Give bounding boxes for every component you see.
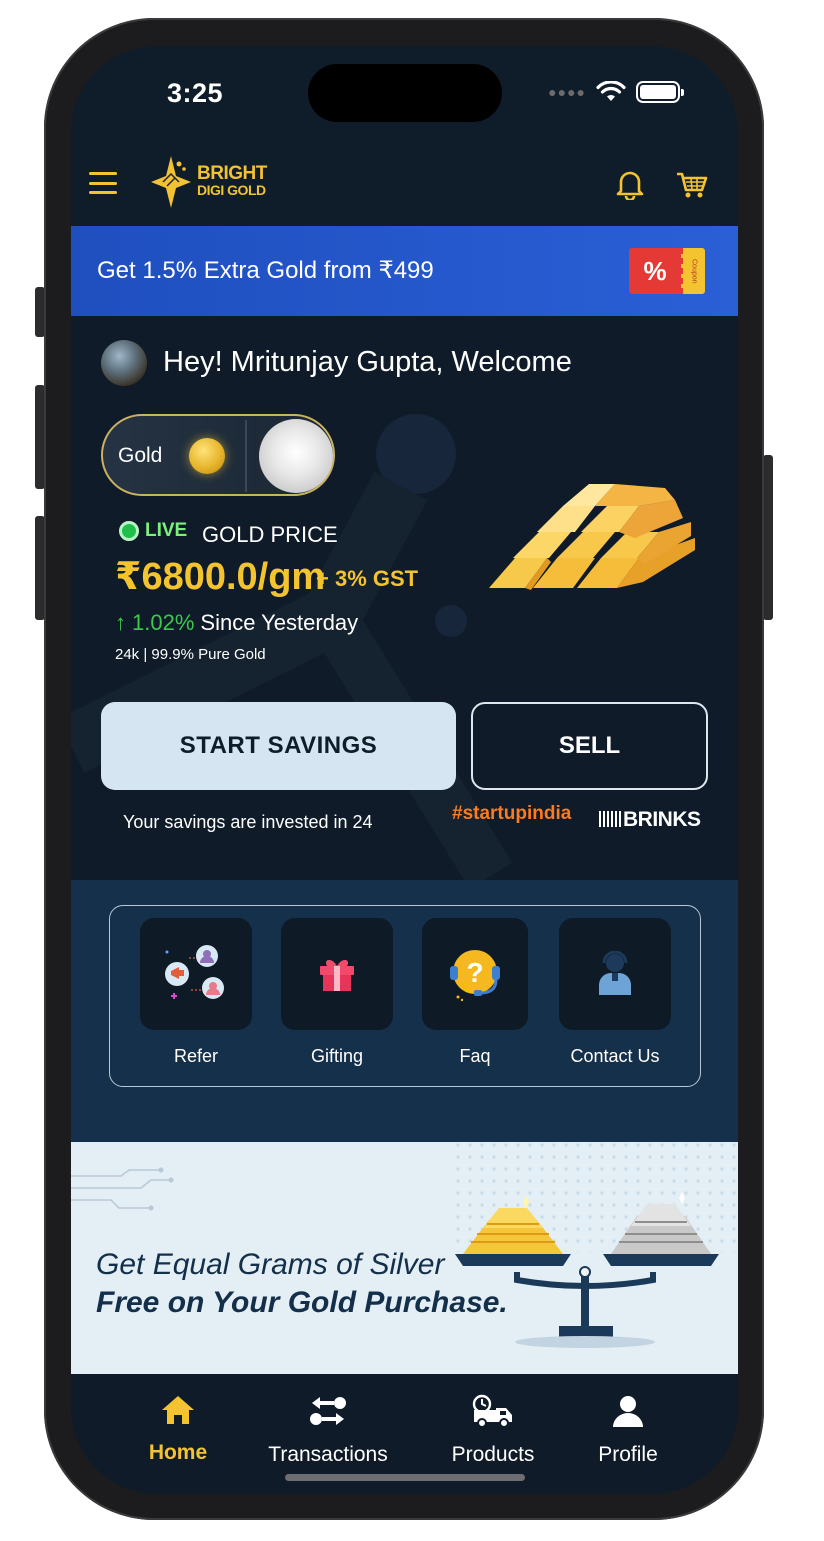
avatar[interactable] bbox=[101, 340, 147, 386]
gold-price-label: GOLD PRICE bbox=[202, 522, 338, 547]
coupon-icon: % Coupon bbox=[629, 248, 707, 294]
cart-icon[interactable] bbox=[675, 168, 709, 200]
home-indicator[interactable] bbox=[285, 1474, 525, 1481]
logo-line1: BRIGHT bbox=[197, 163, 267, 184]
power-button bbox=[763, 455, 773, 620]
quick-action-contact[interactable]: Contact Us bbox=[559, 918, 671, 1067]
quick-action-faq[interactable]: ? Faq bbox=[422, 918, 528, 1067]
gold-price-value: ₹6800.0/gm bbox=[115, 556, 326, 598]
svg-text:?: ? bbox=[466, 957, 483, 988]
nav-home[interactable]: Home bbox=[143, 1394, 213, 1465]
nav-profile-label: Profile bbox=[598, 1443, 658, 1466]
faq-tile: ? bbox=[422, 918, 528, 1030]
brinks-text: BRINKS bbox=[623, 808, 701, 831]
change-arrow-icon: ↑ bbox=[115, 610, 126, 635]
gst-label: + 3% GST bbox=[316, 566, 419, 591]
silver-offer-banner[interactable]: Get Equal Grams of Silver Free on Your G… bbox=[71, 1142, 738, 1374]
live-indicator: LIVE bbox=[119, 520, 187, 542]
logo-star-icon bbox=[151, 156, 191, 208]
nav-transactions-label: Transactions bbox=[268, 1443, 388, 1466]
nav-profile[interactable]: Profile bbox=[591, 1394, 665, 1467]
profile-icon bbox=[613, 1396, 643, 1427]
invested-text: Your savings are invested in 24 bbox=[123, 812, 373, 832]
signal-icon: ●●●● bbox=[548, 84, 586, 100]
promo-text: Get 1.5% Extra Gold from ₹499 bbox=[97, 257, 434, 284]
faq-label: Faq bbox=[459, 1046, 491, 1066]
nav-transactions[interactable]: Transactions bbox=[261, 1394, 395, 1467]
gift-icon bbox=[320, 959, 354, 991]
change-label: Since Yesterday bbox=[200, 610, 359, 635]
quick-action-refer[interactable]: Refer bbox=[140, 918, 252, 1067]
coupon-percent: % bbox=[629, 248, 681, 294]
change-percent: 1.02% bbox=[132, 610, 195, 635]
brinks-bars-icon bbox=[599, 811, 621, 827]
status-time: 3:25 bbox=[167, 78, 224, 108]
live-label: LIVE bbox=[145, 520, 188, 541]
brinks-logo: BRINKS bbox=[599, 808, 701, 832]
menu-icon[interactable] bbox=[89, 172, 117, 194]
coupon-tag: Coupon bbox=[681, 248, 705, 294]
logo-line2: DIGI GOLD bbox=[197, 182, 266, 198]
price-change: ↑ 1.02% Since Yesterday bbox=[115, 610, 358, 636]
brand-logo: BRIGHT DIGI GOLD bbox=[149, 154, 267, 210]
metal-toggle-label: Gold bbox=[118, 444, 163, 467]
gifting-label: Gifting bbox=[310, 1046, 364, 1066]
live-dot-icon bbox=[119, 521, 139, 541]
nav-products-label: Products bbox=[451, 1443, 535, 1466]
quick-action-gifting[interactable]: Gifting bbox=[281, 918, 393, 1067]
contact-icon bbox=[599, 951, 631, 995]
app-screen: 3:25 ●●●● BRIGHT DIGI GOLD Get 1.5% Extr… bbox=[71, 46, 738, 1494]
home-icon bbox=[162, 1396, 194, 1424]
battery-icon bbox=[636, 81, 684, 103]
gifting-tile bbox=[281, 918, 393, 1030]
nav-products[interactable]: Products bbox=[445, 1394, 541, 1467]
app-header: BRIGHT DIGI GOLD bbox=[71, 146, 738, 226]
sell-button[interactable]: SELL bbox=[471, 702, 708, 790]
refer-label: Refer bbox=[173, 1046, 218, 1066]
main-price-section: Hey! Mritunjay Gupta, Welcome Gold LIVE … bbox=[71, 316, 738, 880]
quick-actions-section: Refer Gifting ? Faq Contact Us bbox=[71, 880, 738, 1142]
faq-icon: ? bbox=[450, 950, 500, 1002]
silver-offer-line2: Free on Your Gold Purchase. bbox=[96, 1286, 508, 1319]
welcome-text: Hey! Mritunjay Gupta, Welcome bbox=[163, 346, 572, 378]
gold-bars-icon bbox=[489, 484, 695, 590]
contact-label: Contact Us bbox=[570, 1046, 660, 1066]
promo-banner[interactable]: Get 1.5% Extra Gold from ₹499 % Coupon bbox=[71, 226, 738, 316]
silver-offer-line1: Get Equal Grams of Silver bbox=[96, 1248, 445, 1281]
bell-icon[interactable] bbox=[615, 168, 645, 200]
bottom-navigation: Home Transactions Products Profile bbox=[71, 1374, 738, 1494]
purity-text: 24k | 99.9% Pure Gold bbox=[115, 646, 266, 663]
refer-icon bbox=[165, 945, 224, 999]
status-icons: ●●●● bbox=[548, 81, 684, 103]
nav-home-label: Home bbox=[148, 1441, 208, 1464]
start-savings-button[interactable]: START SAVINGS bbox=[101, 702, 456, 790]
startup-india-logo: #startupindia bbox=[452, 803, 572, 824]
quick-actions-card: Refer Gifting ? Faq Contact Us bbox=[109, 905, 701, 1087]
contact-tile bbox=[559, 918, 671, 1030]
wifi-icon bbox=[596, 81, 626, 101]
dynamic-island bbox=[308, 64, 502, 122]
metal-toggle[interactable]: Gold bbox=[101, 414, 335, 496]
silver-coin-icon[interactable] bbox=[259, 419, 333, 493]
transactions-icon bbox=[310, 1397, 346, 1425]
refer-tile bbox=[140, 918, 252, 1030]
gold-coin-icon bbox=[189, 438, 225, 474]
delivery-truck-icon bbox=[472, 1394, 512, 1428]
